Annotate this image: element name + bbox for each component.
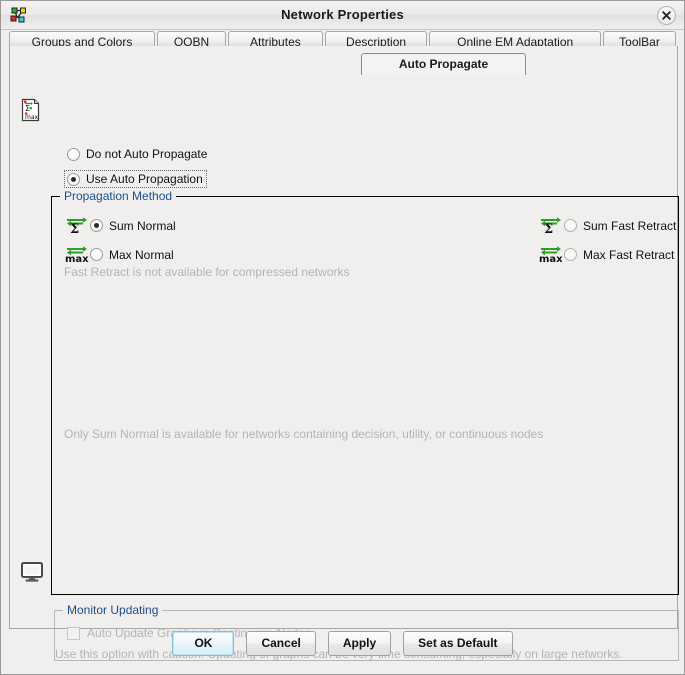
option-sum-normal[interactable]: Σ Sum Normal — [64, 214, 176, 237]
radio-indicator[interactable] — [90, 248, 103, 261]
group-title: Monitor Updating — [63, 603, 163, 617]
svg-text:Σ: Σ — [25, 104, 30, 113]
propagation-document-icon: Σ max — [20, 98, 42, 125]
tab-auto-propagate[interactable]: Auto Propagate — [361, 53, 526, 75]
radio-indicator[interactable] — [564, 248, 577, 261]
radio-label: Sum Fast Retract — [583, 218, 677, 233]
window-title: Network Properties — [281, 7, 404, 22]
option-max-normal[interactable]: max Max Normal — [64, 243, 174, 266]
radio-label: Max Normal — [109, 247, 174, 262]
option-sum-fast-retract[interactable]: Σ Sum Fast Retract — [538, 214, 676, 237]
svg-text:Σ: Σ — [70, 222, 79, 234]
apply-button[interactable]: Apply — [327, 631, 392, 656]
radio-indicator[interactable] — [90, 219, 103, 232]
propagation-method-group: Propagation Method Σ Sum Normal max Max … — [51, 189, 679, 595]
radio-indicator[interactable] — [564, 219, 577, 232]
network-properties-dialog: Network Properties Groups and Colors OOBN… — [0, 0, 685, 675]
max-fast-retract-icon: max — [538, 243, 564, 266]
radio-indicator[interactable] — [67, 172, 80, 186]
svg-text:max: max — [25, 114, 39, 121]
title-bar: Network Properties — [1, 1, 684, 30]
monitor-icon — [20, 561, 44, 586]
ok-button[interactable]: OK — [172, 631, 235, 656]
group-title: Propagation Method — [60, 189, 177, 203]
focus-ring: Use Auto Propagation — [64, 170, 207, 188]
radio-do-not-auto-propagate[interactable]: Do not Auto Propagate — [67, 147, 207, 161]
radio-indicator[interactable] — [67, 147, 80, 161]
svg-text:max: max — [539, 254, 563, 263]
svg-text:max: max — [65, 254, 89, 263]
option-max-fast-retract[interactable]: max Max Fast Retract — [538, 243, 674, 266]
svg-text:Σ: Σ — [544, 222, 553, 234]
fast-retract-note: Fast Retract is not available for compre… — [64, 265, 350, 279]
cancel-button[interactable]: Cancel — [246, 631, 316, 656]
radio-use-auto-propagation[interactable]: Use Auto Propagation — [64, 170, 207, 188]
tab-label: Auto Propagate — [398, 57, 489, 71]
sum-normal-icon: Σ — [64, 214, 90, 237]
radio-label: Do not Auto Propagate — [86, 147, 208, 161]
max-normal-icon: max — [64, 243, 90, 266]
set-as-default-button[interactable]: Set as Default — [403, 631, 513, 656]
dialog-button-bar: OK Cancel Apply Set as Default — [1, 631, 684, 673]
radio-label: Max Fast Retract — [583, 247, 675, 262]
sum-fast-retract-icon: Σ — [538, 214, 564, 237]
radio-label: Use Auto Propagation — [86, 172, 203, 186]
radio-label: Sum Normal — [109, 218, 176, 233]
sum-normal-availability-note: Only Sum Normal is available for network… — [64, 427, 544, 441]
tab-panel-auto-propagate: Σ max Do not Auto Propagate Use Auto Pro… — [9, 46, 679, 661]
close-icon[interactable] — [657, 6, 676, 25]
